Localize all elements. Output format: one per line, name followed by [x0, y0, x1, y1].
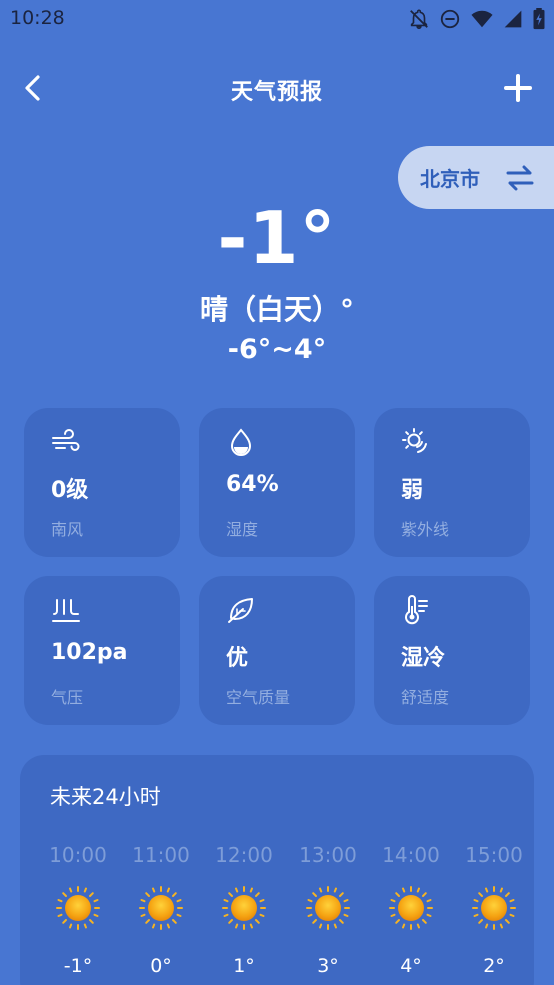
wind-icon — [52, 429, 80, 451]
forecast-hour-temp: 3° — [317, 955, 339, 977]
tile-value: 湿冷 — [401, 646, 446, 671]
forecast-hour-time: 13:00 — [299, 843, 357, 867]
weather-condition: 晴（白天）° — [199, 293, 354, 326]
sunny-icon — [286, 885, 370, 933]
tile-uv: 弱 紫外线 — [374, 408, 530, 557]
sunny-icon — [369, 885, 453, 933]
tile-label: 紫外线 — [401, 520, 450, 539]
status-icons — [408, 7, 546, 31]
forecast-hour-time: 15:00 — [465, 843, 523, 867]
notifications-off-icon — [410, 9, 428, 29]
tile-air-quality: 优 空气质量 — [199, 576, 355, 725]
tile-label: 气压 — [51, 688, 84, 707]
tile-value: 64% — [226, 472, 279, 497]
sunny-icon — [36, 885, 120, 933]
humidity-icon — [230, 428, 252, 456]
temperature-range: -6°~4° — [227, 334, 327, 365]
plus-icon — [504, 74, 532, 102]
status-bar: 10:28 — [0, 0, 554, 38]
battery-icon — [533, 8, 545, 30]
forecast-title: 未来24小时 — [50, 785, 161, 809]
forecast-hour-temp: 1° — [233, 955, 255, 977]
pressure-icon — [52, 599, 80, 622]
swap-arrows-icon — [506, 165, 534, 191]
tile-label: 空气质量 — [226, 688, 291, 707]
hourly-forecast-card[interactable]: 未来24小时 10:00 11:00 12:00 13:00 14:00 15:… — [20, 755, 534, 985]
tile-label: 舒适度 — [401, 688, 450, 707]
tile-pressure: 102pa 气压 — [24, 576, 180, 725]
do-not-disturb-icon — [440, 9, 460, 29]
sunny-icon — [202, 885, 286, 933]
tile-label: 南风 — [51, 520, 84, 539]
current-temperature: -1° — [217, 196, 337, 280]
forecast-hour-temp: -1° — [63, 955, 93, 977]
tile-value: 102pa — [51, 640, 128, 665]
tile-wind: 0级 南风 — [24, 408, 180, 557]
signal-icon — [504, 10, 522, 28]
page-title: 天气预报 — [230, 80, 323, 105]
tile-value: 0级 — [51, 478, 89, 503]
forecast-hour-time: 14:00 — [382, 843, 440, 867]
forecast-hour-time: 12:00 — [215, 843, 273, 867]
forecast-hour-time: 10:00 — [49, 843, 107, 867]
city-name: 北京市 — [420, 167, 480, 191]
thermometer-icon — [405, 595, 428, 625]
uv-sun-icon — [402, 428, 427, 453]
tile-comfort: 湿冷 舒适度 — [374, 576, 530, 725]
tile-value: 优 — [226, 646, 249, 671]
forecast-hour-time: 11:00 — [132, 843, 190, 867]
app-bar: 天气预报 — [0, 58, 554, 118]
forecast-hour-temp: 2° — [483, 955, 505, 977]
sunny-icon — [452, 885, 536, 933]
wifi-icon — [471, 10, 493, 28]
status-time: 10:28 — [10, 7, 65, 29]
forecast-hour-temp: 0° — [150, 955, 172, 977]
tile-label: 湿度 — [226, 520, 259, 539]
add-city-button[interactable] — [500, 70, 536, 106]
leaf-icon — [228, 598, 253, 623]
tile-value: 弱 — [401, 478, 424, 503]
tile-humidity: 64% 湿度 — [199, 408, 355, 557]
sunny-icon — [119, 885, 203, 933]
forecast-hour-temp: 4° — [400, 955, 422, 977]
